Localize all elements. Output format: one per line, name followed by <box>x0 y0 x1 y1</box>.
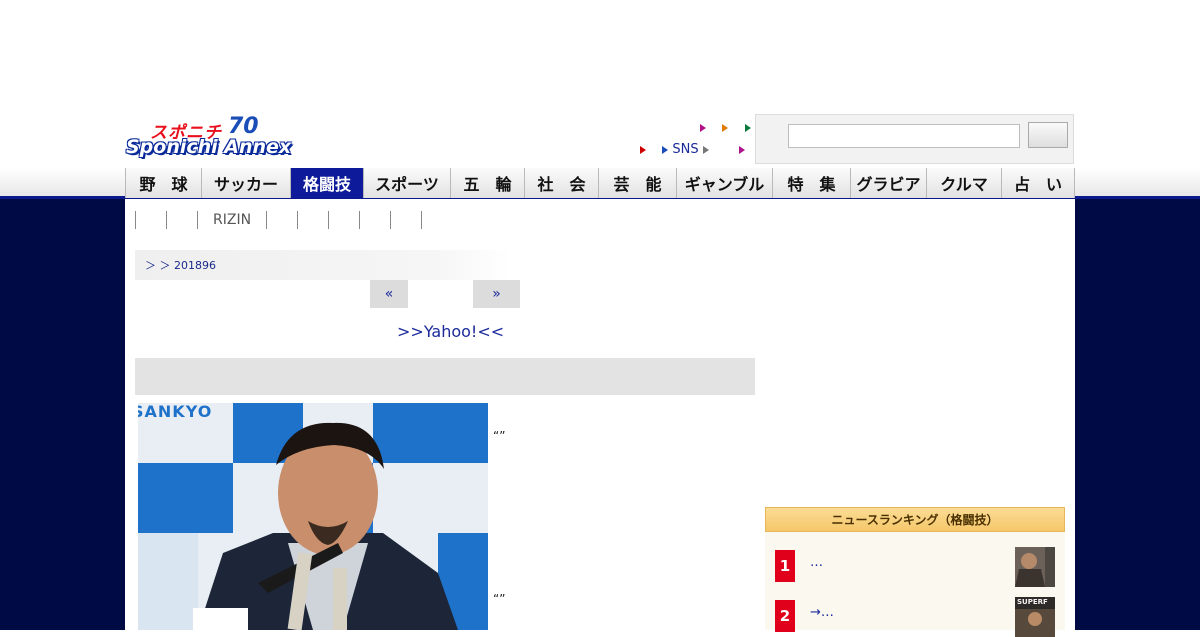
prev-button[interactable]: « <box>370 280 408 308</box>
nav-item-society[interactable]: 社 会 <box>525 168 599 198</box>
article-quote-1: “” <box>493 429 506 443</box>
ranking-title: ニュースランキング（格闘技） <box>765 507 1065 532</box>
article-title-bar <box>135 358 755 395</box>
search-button[interactable] <box>1028 122 1068 148</box>
site-logo[interactable]: スポニチ 70 Sponichi Annex <box>124 114 318 162</box>
nav-item-soccer[interactable]: サッカー <box>202 168 291 198</box>
nav-item-gambling[interactable]: ギャンブル <box>677 168 773 198</box>
header-links-row-2: SNS <box>640 142 746 157</box>
nav-item-entertainment[interactable]: 芸 能 <box>599 168 677 198</box>
nav-item-olympics[interactable]: 五 輪 <box>451 168 525 198</box>
bullet-icon[interactable] <box>739 145 746 154</box>
bullet-icon[interactable] <box>744 123 751 132</box>
sub-nav: RIZIN <box>135 209 437 231</box>
sns-link[interactable]: SNS <box>672 142 698 157</box>
bullet-icon[interactable] <box>702 145 709 154</box>
header-links-row-1 <box>700 120 751 135</box>
rank-headline[interactable]: … <box>810 555 823 570</box>
thumbnail-caption: SUPERF <box>1017 598 1048 606</box>
divider <box>135 211 136 229</box>
rank-thumbnail[interactable] <box>1015 547 1055 587</box>
nav-item-features[interactable]: 特 集 <box>773 168 851 198</box>
bullet-icon <box>662 145 669 154</box>
nav-item-gravure[interactable]: グラビア <box>851 168 927 198</box>
rank-number: 1 <box>775 550 795 582</box>
divider <box>359 211 361 229</box>
main-nav: 野 球 サッカー 格闘技 スポーツ 五 輪 社 会 芸 能 ギャンブル 特 集 … <box>125 168 1075 198</box>
subnav-item-rizin[interactable]: RIZIN <box>213 212 251 228</box>
bullet-icon[interactable] <box>700 123 706 132</box>
search-input[interactable] <box>788 124 1020 148</box>
article-photo[interactable]: SANKYO <box>138 403 488 630</box>
rank-number: 2 <box>775 600 795 632</box>
divider <box>390 211 392 229</box>
logo-latin: Sponichi Annex <box>126 136 292 158</box>
nav-item-fortune[interactable]: 占 い <box>1002 168 1075 198</box>
nav-item-cars[interactable]: クルマ <box>927 168 1002 198</box>
ranking-item[interactable]: 1 … <box>765 541 1065 587</box>
nav-item-combat-sports[interactable]: 格闘技 <box>291 168 364 198</box>
divider <box>266 211 268 229</box>
divider <box>421 211 423 229</box>
article-quote-2: “” <box>493 592 506 606</box>
bullet-icon[interactable] <box>722 123 729 132</box>
divider <box>197 211 198 229</box>
yahoo-link[interactable]: >>Yahoo!<< <box>397 322 504 341</box>
photo-illustration <box>138 403 488 630</box>
breadcrumb: ＞ ＞ 201896 <box>135 250 510 280</box>
ranking-item[interactable]: 2 →… SUPERF <box>765 591 1065 637</box>
rank-thumbnail[interactable]: SUPERF <box>1015 597 1055 637</box>
next-button[interactable]: » <box>473 280 520 308</box>
divider <box>297 211 299 229</box>
divider <box>328 211 330 229</box>
rank-headline[interactable]: →… <box>810 605 834 620</box>
photo-backdrop-text: SANKYO <box>138 403 213 421</box>
nav-item-baseball[interactable]: 野 球 <box>125 168 202 198</box>
bullet-icon[interactable] <box>640 145 646 154</box>
nav-item-sports[interactable]: スポーツ <box>364 168 451 198</box>
thumbnail-image <box>1015 547 1055 587</box>
news-ranking: ニュースランキング（格闘技） 1 … 2 →… SUPERF <box>765 507 1065 637</box>
content-area: RIZIN ＞ ＞ 201896 « » >>Yahoo!<< SANKYO “… <box>125 199 1075 637</box>
breadcrumb-text[interactable]: ＞ ＞ 201896 <box>145 257 216 273</box>
divider <box>166 211 167 229</box>
search-box <box>755 114 1074 164</box>
